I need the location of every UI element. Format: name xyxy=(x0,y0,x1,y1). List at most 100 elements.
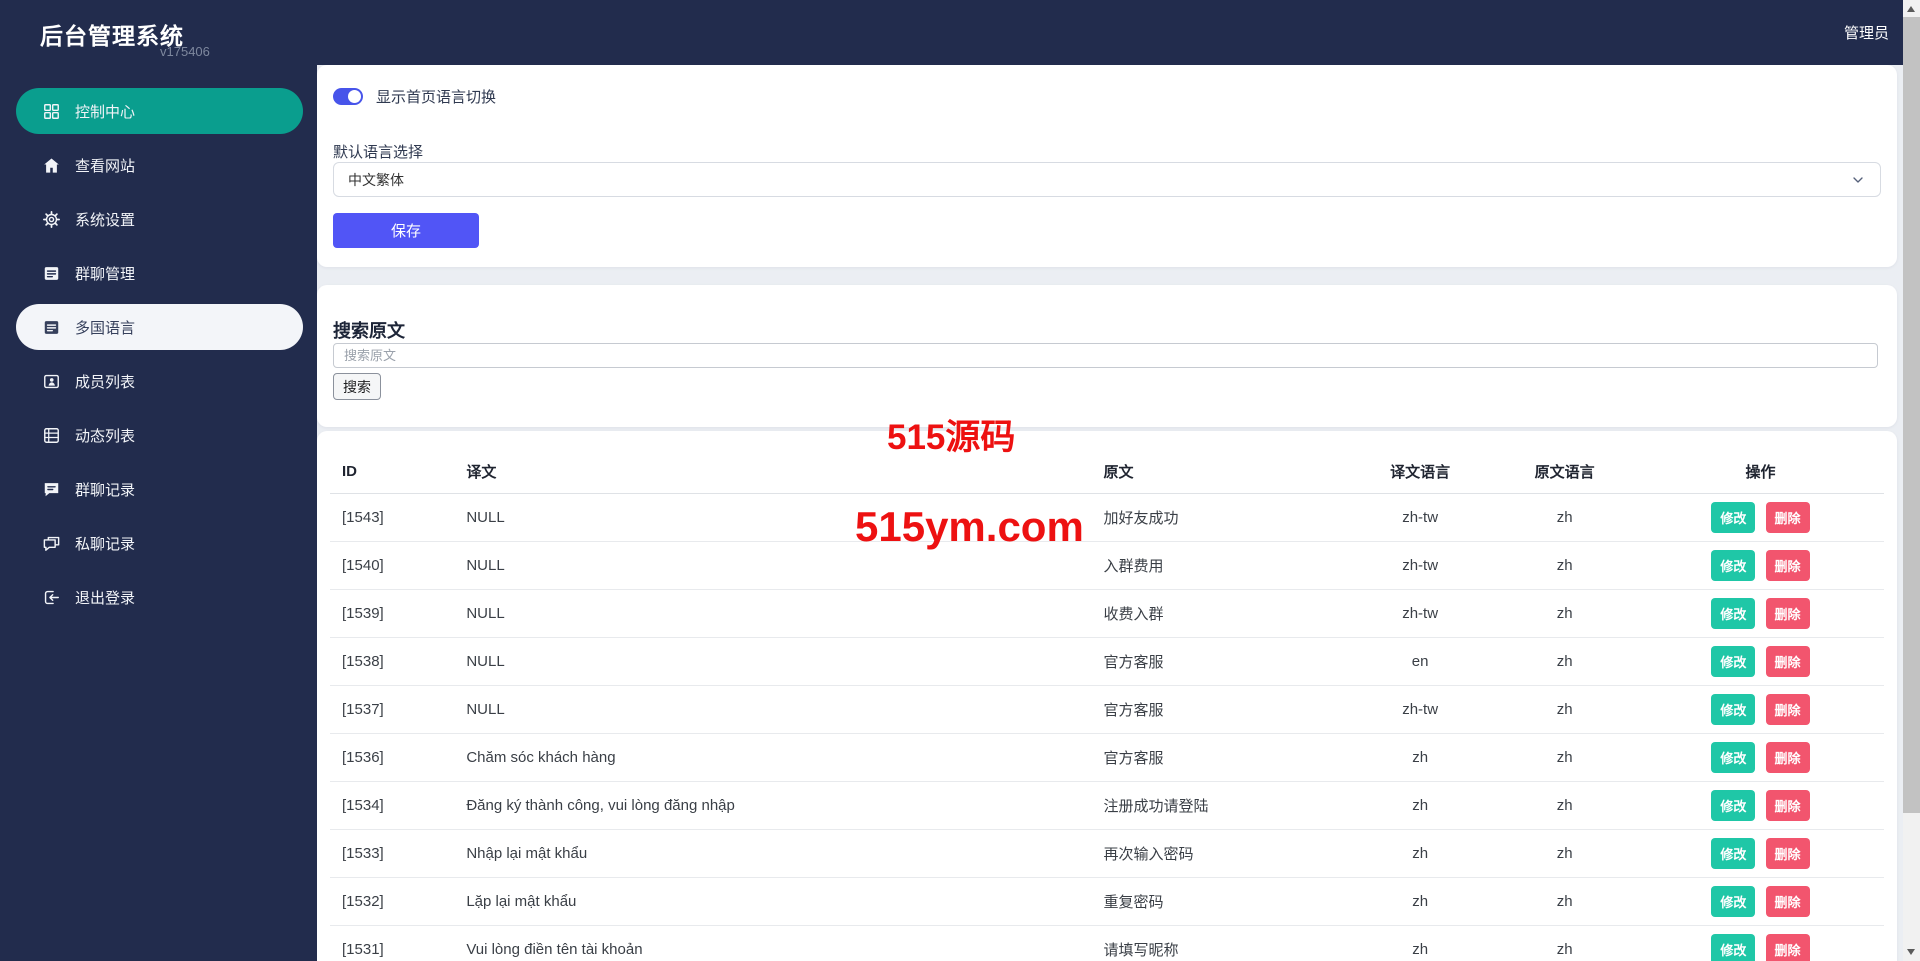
scrollbar-thumb[interactable] xyxy=(1903,17,1920,813)
default-language-select[interactable]: 中文繁体 xyxy=(333,162,1881,197)
sidebar-item-multi-language[interactable]: 多国语言 xyxy=(16,304,303,350)
search-button[interactable]: 搜索 xyxy=(333,373,381,400)
delete-button[interactable]: 删除 xyxy=(1765,694,1810,725)
edit-button[interactable]: 修改 xyxy=(1711,934,1756,961)
delete-button[interactable]: 删除 xyxy=(1765,742,1810,773)
table-row: [1532] Lặp lại mật khẩu 重复密码 zh zh 修改 删除 xyxy=(330,877,1884,926)
cell-translation: Nhập lại mật khẩu xyxy=(454,829,1092,878)
page-scrollbar[interactable] xyxy=(1903,0,1920,961)
save-button[interactable]: 保存 xyxy=(333,213,479,248)
delete-button[interactable]: 删除 xyxy=(1765,598,1810,629)
sidebar-item-view-site[interactable]: 查看网站 xyxy=(16,142,303,188)
scrollbar-down-arrow-icon[interactable] xyxy=(1907,949,1915,955)
delete-button[interactable]: 删除 xyxy=(1765,502,1810,533)
edit-button[interactable]: 修改 xyxy=(1711,598,1756,629)
sidebar-item-member-list[interactable]: 成员列表 xyxy=(16,358,303,404)
sidebar-item-label: 多国语言 xyxy=(75,319,136,337)
sidebar-item-label: 退出登录 xyxy=(75,589,136,607)
toggle-knob xyxy=(348,90,361,103)
header-original-lang: 原文语言 xyxy=(1492,431,1637,494)
delete-button[interactable]: 删除 xyxy=(1765,886,1810,917)
translations-table-card: ID 译文 原文 译文语言 原文语言 操作 [1543] NULL 加好友成功 … xyxy=(317,431,1897,961)
sidebar-item-private-chat-records[interactable]: 私聊记录 xyxy=(16,520,303,566)
app-logo: 后台管理系统 v175406 xyxy=(0,0,317,71)
watermark-line1: 515源码 xyxy=(887,418,1016,457)
cell-id: [1540] xyxy=(330,541,455,590)
edit-button[interactable]: 修改 xyxy=(1711,886,1756,917)
table-row: [1534] Đăng ký thành công, vui lòng đăng… xyxy=(330,781,1884,830)
cell-id: [1531] xyxy=(330,925,455,961)
scrollbar-up-arrow-icon[interactable] xyxy=(1907,6,1915,12)
edit-button[interactable]: 修改 xyxy=(1711,646,1756,677)
sidebar-item-activity-list[interactable]: 动态列表 xyxy=(16,412,303,458)
sidebar-item-control-center[interactable]: 控制中心 xyxy=(16,88,303,134)
cell-original: 加好友成功 xyxy=(1091,493,1348,542)
cell-actions: 修改 删除 xyxy=(1636,925,1884,961)
cell-translation-lang: zh-tw xyxy=(1347,541,1493,590)
delete-button[interactable]: 删除 xyxy=(1765,550,1810,581)
cell-translation: Chăm sóc khách hàng xyxy=(454,733,1092,782)
edit-button[interactable]: 修改 xyxy=(1711,742,1756,773)
sidebar-item-label: 系统设置 xyxy=(75,211,136,229)
sidebar-item-label: 群聊记录 xyxy=(75,481,136,499)
cell-actions: 修改 删除 xyxy=(1636,781,1884,830)
cell-original-lang: zh xyxy=(1492,877,1637,926)
header-translation-lang: 译文语言 xyxy=(1347,431,1493,494)
cell-original: 收费入群 xyxy=(1091,589,1348,638)
cell-translation: Lặp lại mật khẩu xyxy=(454,877,1092,926)
cell-id: [1532] xyxy=(330,877,455,926)
cell-original-lang: zh xyxy=(1492,733,1637,782)
edit-button[interactable]: 修改 xyxy=(1711,550,1756,581)
sidebar-item-label: 控制中心 xyxy=(75,103,136,121)
edit-button[interactable]: 修改 xyxy=(1711,694,1756,725)
edit-button[interactable]: 修改 xyxy=(1711,838,1756,869)
cell-original-lang: zh xyxy=(1492,493,1637,542)
search-input[interactable] xyxy=(333,343,1878,368)
edit-button[interactable]: 修改 xyxy=(1711,790,1756,821)
header-original: 原文 xyxy=(1091,431,1348,494)
cell-original-lang: zh xyxy=(1492,541,1637,590)
cell-actions: 修改 删除 xyxy=(1636,733,1884,782)
selected-language: 中文繁体 xyxy=(348,171,404,188)
table-row: [1531] Vui lòng điền tên tài khoản 请填写昵称… xyxy=(330,925,1884,961)
cell-translation-lang: en xyxy=(1347,637,1493,686)
sidebar-item-system-settings[interactable]: 系统设置 xyxy=(16,196,303,242)
default-language-label: 默认语言选择 xyxy=(333,144,424,161)
cell-original: 再次输入密码 xyxy=(1091,829,1348,878)
delete-button[interactable]: 删除 xyxy=(1765,646,1810,677)
chat-bubbles-icon xyxy=(41,533,61,553)
edit-button[interactable]: 修改 xyxy=(1711,502,1756,533)
cell-translation: Vui lòng điền tên tài khoản xyxy=(454,925,1092,961)
cell-original: 注册成功请登陆 xyxy=(1091,781,1348,830)
cell-id: [1537] xyxy=(330,685,455,734)
watermark-line2: 515ym.com xyxy=(855,503,1084,550)
delete-button[interactable]: 删除 xyxy=(1765,790,1810,821)
cell-id: [1536] xyxy=(330,733,455,782)
search-card: 搜索原文 搜索 xyxy=(317,285,1897,427)
admin-user-link[interactable]: 管理员 xyxy=(1844,22,1889,43)
cell-original: 官方客服 xyxy=(1091,637,1348,686)
home-icon xyxy=(41,155,61,175)
cell-translation: NULL xyxy=(454,637,1092,686)
app-version: v175406 xyxy=(160,44,210,59)
cell-actions: 修改 删除 xyxy=(1636,541,1884,590)
cell-translation-lang: zh-tw xyxy=(1347,493,1493,542)
table-row: [1543] NULL 加好友成功 zh-tw zh 修改 删除 xyxy=(330,493,1884,542)
chevron-down-icon xyxy=(1853,176,1863,183)
sidebar-item-group-chat-management[interactable]: 群聊管理 xyxy=(16,250,303,296)
gear-icon xyxy=(41,209,61,229)
cell-translation-lang: zh xyxy=(1347,829,1493,878)
sidebar: 后台管理系统 v175406 控制中心 查看网站 系统设置 群聊管理 多国语言 … xyxy=(0,0,317,961)
cell-translation-lang: zh xyxy=(1347,733,1493,782)
homepage-language-toggle[interactable] xyxy=(333,88,363,105)
sidebar-item-group-chat-records[interactable]: 群聊记录 xyxy=(16,466,303,512)
dashboard-icon xyxy=(41,101,61,121)
sidebar-item-logout[interactable]: 退出登录 xyxy=(16,574,303,620)
delete-button[interactable]: 删除 xyxy=(1765,934,1810,961)
delete-button[interactable]: 删除 xyxy=(1765,838,1810,869)
cell-id: [1533] xyxy=(330,829,455,878)
cell-original: 官方客服 xyxy=(1091,685,1348,734)
top-header: 管理员 xyxy=(317,0,1903,65)
cell-original-lang: zh xyxy=(1492,781,1637,830)
document-lines-icon xyxy=(41,263,61,283)
